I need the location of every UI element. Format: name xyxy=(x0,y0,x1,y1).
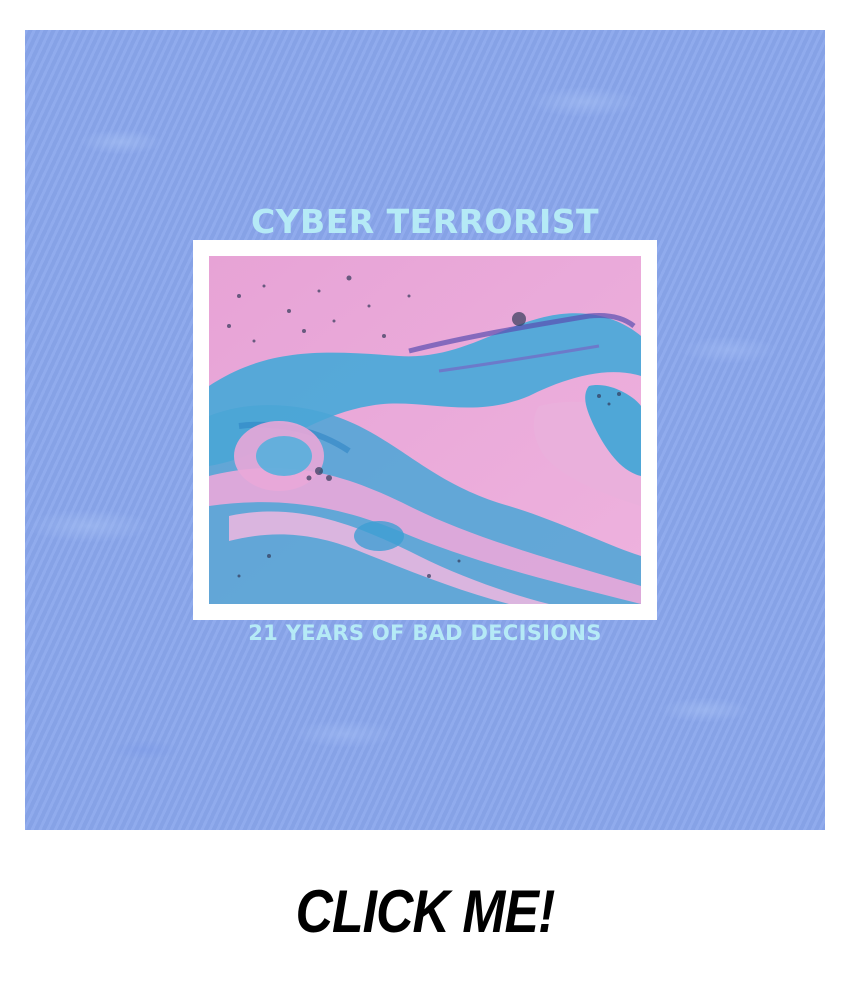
artwork-frame xyxy=(193,240,657,620)
click-me-link[interactable]: CLICK ME! xyxy=(60,872,791,952)
album-title: CYBER TERRORIST xyxy=(250,202,600,241)
marbled-paint-illustration xyxy=(209,256,641,604)
marbled-artwork-image xyxy=(209,256,641,604)
album-cover[interactable]: CYBER TERRORIST 21 YEARS OF BAD DECISION… xyxy=(25,30,825,830)
album-subtitle: 21 YEARS OF BAD DECISIONS xyxy=(248,621,602,645)
